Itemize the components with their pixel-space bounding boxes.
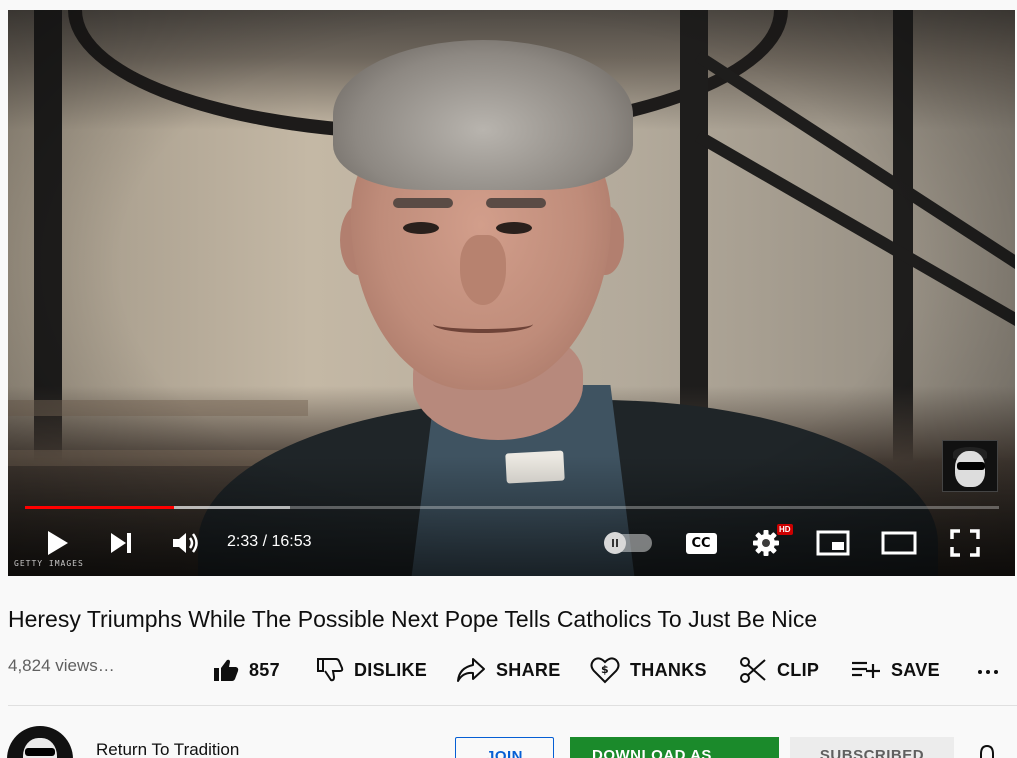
subscribed-button[interactable]: SUBSCRIBED bbox=[790, 737, 954, 758]
download-as-button[interactable]: DOWNLOAD AS bbox=[570, 737, 779, 758]
save-button[interactable]: SAVE bbox=[851, 654, 940, 686]
progress-bar[interactable] bbox=[25, 506, 999, 509]
fullscreen-icon bbox=[950, 529, 980, 557]
thumbs-up-icon bbox=[214, 659, 239, 681]
progress-played bbox=[25, 506, 175, 509]
thumbs-down-icon bbox=[317, 658, 344, 682]
play-icon bbox=[48, 531, 68, 555]
theater-mode-button[interactable] bbox=[880, 526, 918, 560]
hd-badge: HD bbox=[777, 524, 793, 535]
miniplayer-button[interactable] bbox=[815, 526, 851, 560]
divider bbox=[8, 705, 1017, 706]
volume-button[interactable] bbox=[169, 526, 203, 560]
play-button[interactable] bbox=[41, 526, 73, 560]
save-label: SAVE bbox=[891, 659, 940, 680]
join-button[interactable]: JOIN bbox=[455, 737, 554, 758]
volume-icon bbox=[173, 533, 198, 553]
pause-icon bbox=[604, 532, 626, 554]
dislike-label: DISLIKE bbox=[354, 659, 428, 680]
next-button[interactable] bbox=[105, 526, 137, 560]
share-icon bbox=[457, 658, 485, 682]
time-display: 2:33 / 16:53 bbox=[227, 533, 312, 550]
super-thanks-icon: $ bbox=[590, 657, 620, 684]
theater-icon bbox=[881, 531, 917, 555]
svg-text:$: $ bbox=[601, 663, 609, 676]
dislike-button[interactable]: DISLIKE bbox=[316, 654, 427, 686]
cc-icon: CC bbox=[685, 532, 717, 554]
gear-icon bbox=[753, 530, 779, 556]
playlist-add-icon bbox=[852, 661, 880, 678]
clip-button[interactable]: CLIP bbox=[739, 654, 819, 686]
share-button[interactable]: SHARE bbox=[456, 654, 561, 686]
miniplayer-icon bbox=[816, 530, 850, 556]
like-button[interactable]: 857 bbox=[213, 654, 280, 686]
share-label: SHARE bbox=[496, 659, 561, 680]
clip-label: CLIP bbox=[777, 659, 820, 680]
captions-button[interactable]: CC bbox=[684, 526, 718, 560]
bell-icon[interactable] bbox=[976, 744, 998, 758]
like-count: 857 bbox=[249, 659, 280, 680]
thanks-button[interactable]: $ THANKS bbox=[590, 654, 707, 686]
fullscreen-button[interactable] bbox=[948, 526, 982, 560]
scissors-icon bbox=[740, 657, 766, 683]
autoplay-toggle[interactable] bbox=[604, 532, 652, 554]
video-title: Heresy Triumphs While The Possible Next … bbox=[8, 606, 818, 632]
thanks-label: THANKS bbox=[630, 659, 707, 680]
getty-watermark: GETTY IMAGES bbox=[14, 559, 84, 568]
download-label: DOWNLOAD AS bbox=[592, 747, 712, 758]
more-actions-button[interactable] bbox=[974, 660, 1002, 684]
channel-branding-watermark[interactable] bbox=[942, 440, 998, 492]
channel-name[interactable]: Return To Tradition bbox=[96, 740, 239, 758]
channel-avatar[interactable] bbox=[7, 726, 73, 758]
video-player[interactable]: GETTY IMAGES 2:33 / 16:53 CC HD bbox=[8, 10, 1015, 576]
next-icon bbox=[111, 533, 131, 553]
more-dots-icon bbox=[978, 670, 982, 674]
view-count[interactable]: 4,824 views… bbox=[8, 656, 115, 676]
